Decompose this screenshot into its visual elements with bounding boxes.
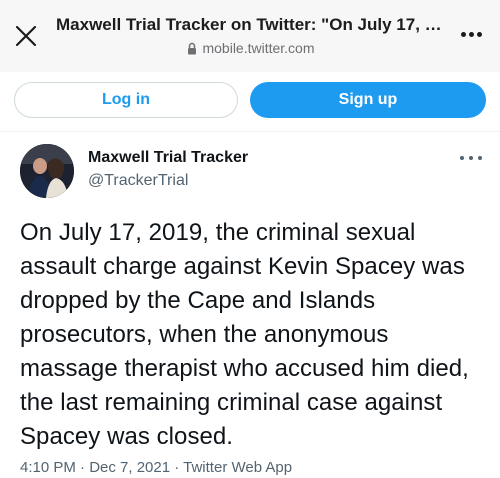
more-icon (478, 156, 482, 160)
more-icon (468, 31, 474, 37)
title-block: Maxwell Trial Tracker on Twitter: "On Ju… (56, 14, 446, 56)
tweet-text: On July 17, 2019, the criminal sexual as… (20, 219, 469, 450)
more-icon (460, 31, 466, 37)
page-url: mobile.twitter.com (202, 40, 315, 56)
avatar-image (20, 144, 74, 198)
tweet: Maxwell Trial Tracker @TrackerTrial On J… (0, 132, 500, 476)
url-row: mobile.twitter.com (56, 40, 446, 56)
more-icon (460, 156, 464, 160)
tweet-meta[interactable]: 4:10 PM · Dec 7, 2021 · Twitter Web App (20, 458, 490, 478)
more-icon (469, 156, 473, 160)
more-button[interactable] (456, 24, 486, 44)
auth-bar: Log in Sign up (0, 72, 500, 132)
lock-icon (188, 42, 197, 54)
signup-button[interactable]: Sign up (250, 82, 486, 118)
page-title: Maxwell Trial Tracker on Twitter: "On Ju… (56, 15, 446, 34)
login-button[interactable]: Log in (14, 82, 238, 118)
close-icon (15, 25, 37, 47)
more-icon (476, 31, 482, 37)
close-button[interactable] (10, 20, 42, 52)
tweet-more-button[interactable] (460, 152, 482, 164)
browser-header: Maxwell Trial Tracker on Twitter: "On Ju… (0, 0, 500, 72)
author-handle[interactable]: @TrackerTrial (88, 171, 188, 191)
author-name[interactable]: Maxwell Trial Tracker (88, 148, 248, 168)
avatar[interactable] (20, 144, 74, 198)
